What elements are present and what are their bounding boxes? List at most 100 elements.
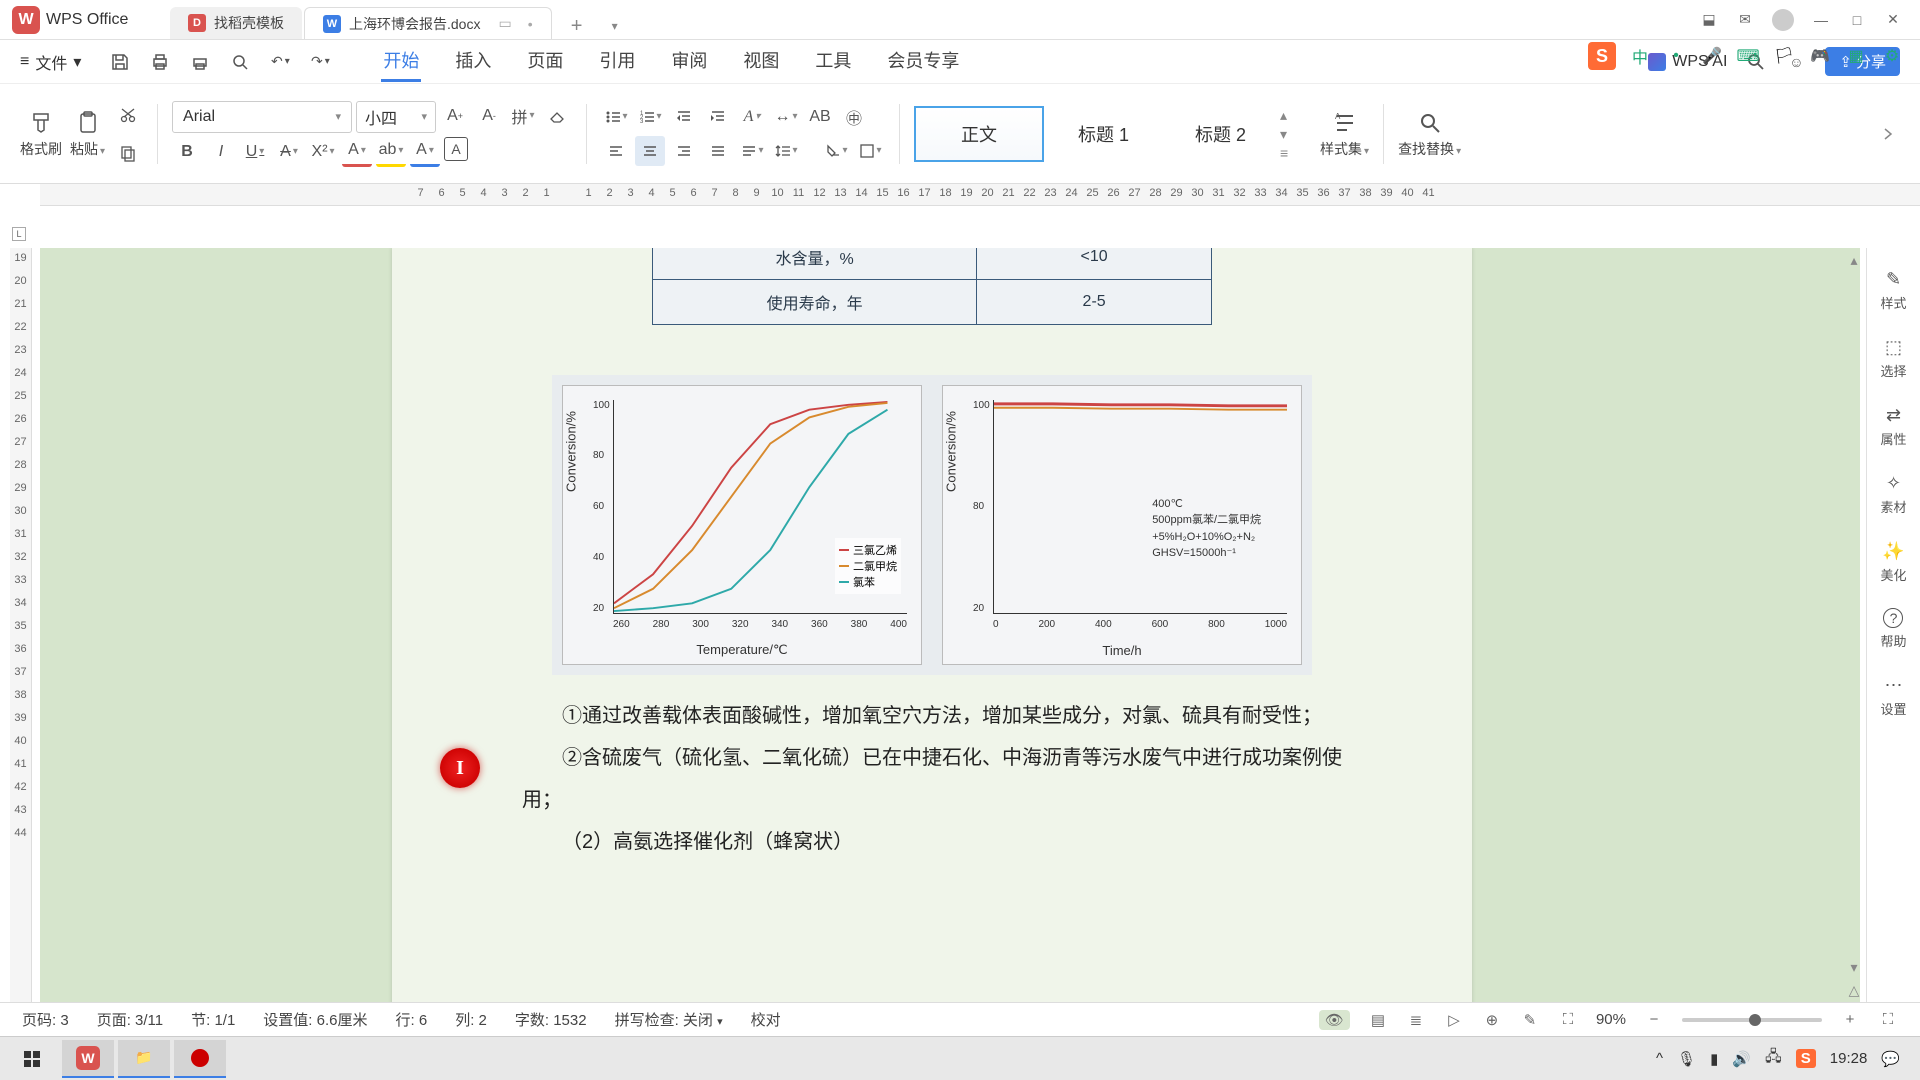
prev-page-icon[interactable]: △ [1849,982,1860,999]
status-word-count[interactable]: 字数: 1532 [515,1009,587,1030]
style-heading2[interactable]: 标题 2 [1163,106,1278,162]
print-icon[interactable] [149,51,171,73]
tray-battery-icon[interactable]: ▮ [1710,1050,1718,1068]
status-page[interactable]: 页面: 3/11 [97,1009,163,1030]
tab-member[interactable]: 会员专享 [885,41,961,82]
side-settings[interactable]: ⋯设置 [1880,674,1906,718]
fit-page-icon[interactable]: ⛶ [1558,1010,1578,1030]
shrink-font-icon[interactable]: A- [474,101,504,131]
numbering-button[interactable]: 123 [635,102,665,132]
tray-expand-icon[interactable]: ^ [1656,1050,1663,1067]
paragraph[interactable]: ①通过改善载体表面酸碱性，增加氧空穴方法，增加某些成分，对氯、硫具有耐受性； [522,695,1342,737]
font-family-combo[interactable]: Arial ▾ [172,101,352,133]
align-center-button[interactable] [635,136,665,166]
side-beautify[interactable]: ✨美化 [1880,540,1906,584]
tab-review[interactable]: 审阅 [669,41,709,82]
format-painter-button[interactable]: 格式刷 [20,109,62,159]
tray-ime-icon[interactable]: S [1796,1049,1816,1068]
find-replace-button[interactable]: 查找替换 [1398,109,1461,159]
tab-list-dropdown[interactable]: ▾ [602,13,628,39]
side-properties[interactable]: ⇄属性 [1880,404,1906,448]
inbox-icon[interactable]: ⬓ [1700,11,1718,29]
align-left-button[interactable] [601,136,631,166]
bullets-button[interactable] [601,102,631,132]
close-button[interactable]: ✕ [1884,11,1902,29]
tab-page[interactable]: 页面 [525,41,565,82]
paragraph[interactable]: ②含硫废气（硫化氢、二氧化硫）已在中捷石化、中海沥青等污水废气中进行成功案例使用… [522,737,1342,821]
tray-notifications-icon[interactable]: 💬 [1881,1050,1900,1068]
side-help[interactable]: ?帮助 [1880,608,1906,650]
status-page-no[interactable]: 页码: 3 [22,1009,69,1030]
print-preview-icon[interactable] [229,51,251,73]
reading-view-icon[interactable]: ▷ [1444,1010,1464,1030]
font-color-button[interactable]: A [342,137,372,167]
ime-mic-icon[interactable]: 🎤 [1700,44,1724,68]
align-justify-button[interactable] [703,136,733,166]
line-spacing-button[interactable] [771,136,801,166]
page-view-icon[interactable]: ▤ [1368,1010,1388,1030]
web-view-icon[interactable]: ⊕ [1482,1010,1502,1030]
paste-button[interactable]: 粘贴 [70,109,105,159]
borders-button[interactable] [855,136,885,166]
maximize-button[interactable]: □ [1848,11,1866,29]
text-shading-button[interactable]: A [410,137,440,167]
zoom-slider[interactable] [1682,1018,1822,1022]
outline-view-icon[interactable]: ≣ [1406,1010,1426,1030]
zoom-in-button[interactable]: + [1840,1010,1860,1030]
tray-clock[interactable]: 19:28 [1830,1050,1868,1067]
status-proof[interactable]: 校对 [751,1009,781,1030]
paragraph[interactable]: （2）高氨选择催化剂（蜂窝状） [522,821,1342,863]
minimize-button[interactable]: — [1812,11,1830,29]
tray-volume-icon[interactable]: 🔊 [1732,1050,1751,1068]
zoom-out-button[interactable]: − [1644,1010,1664,1030]
italic-button[interactable]: I [206,137,236,167]
avatar-icon[interactable] [1772,9,1794,31]
ime-skin-icon[interactable]: 🏳 [1772,44,1796,68]
side-assets[interactable]: ✧素材 [1880,472,1906,516]
copy-icon[interactable] [113,138,143,168]
vertical-ruler[interactable]: 1920212223242526272829303132333435363738… [10,248,32,1036]
align-distribute-button[interactable] [737,136,767,166]
change-case-icon[interactable]: 拼 [508,101,538,131]
decrease-indent-button[interactable] [669,102,699,132]
annotation-icon[interactable]: ✎ [1520,1010,1540,1030]
style-normal[interactable]: 正文 [914,106,1044,162]
tray-mic-icon[interactable]: 🎙 [1677,1050,1696,1068]
enclose-char-button[interactable]: ㊥ [839,102,869,132]
ime-game-icon[interactable]: 🎮 [1808,44,1832,68]
tab-close-icon[interactable]: • [528,16,533,32]
zoom-value[interactable]: 90% [1596,1011,1626,1028]
underline-button[interactable]: U [240,137,270,167]
ime-keyboard-icon[interactable]: ⌨ [1736,44,1760,68]
file-menu[interactable]: ≡ 文件 ▾ [20,50,81,74]
style-heading1[interactable]: 标题 1 [1046,106,1161,162]
sogou-icon[interactable]: S [1588,42,1616,70]
style-set-button[interactable]: A 样式集 [1320,109,1369,159]
vertical-scrollbar[interactable]: ▴ ▾ △ ○ ▽ [1846,248,1862,1036]
status-spellcheck[interactable]: 拼写检查: 关闭 ▾ [615,1009,723,1030]
side-select[interactable]: ⬚选择 [1880,336,1906,380]
highlight-button[interactable]: ab [376,137,406,167]
char-spacing-button[interactable]: ↔ [771,102,801,132]
tab-home[interactable]: 开始 [381,41,421,82]
tab-insert[interactable]: 插入 [453,41,493,82]
status-section[interactable]: 节: 1/1 [191,1009,235,1030]
clear-format-icon[interactable] [542,101,572,131]
tab-references[interactable]: 引用 [597,41,637,82]
mail-icon[interactable]: ✉ [1736,11,1754,29]
increase-indent-button[interactable] [703,102,733,132]
para-shading-button[interactable] [821,136,851,166]
ribbon-collapse-button[interactable] [1876,84,1900,184]
tab-tools[interactable]: 工具 [813,41,853,82]
grow-font-icon[interactable]: A+ [440,101,470,131]
quick-print-icon[interactable] [189,51,211,73]
align-right-button[interactable] [669,136,699,166]
ime-punct[interactable]: • [1664,44,1688,68]
taskbar-explorer[interactable]: 📁 [118,1040,170,1078]
tab-more-icon[interactable]: ▭ [498,15,511,32]
new-tab-button[interactable]: + [564,13,590,39]
undo-button[interactable]: ↶▾ [269,51,291,73]
taskbar-recorder[interactable] [174,1040,226,1078]
strikethrough-button[interactable]: A [274,137,304,167]
tray-network-icon[interactable]: 🖧 [1765,1046,1782,1071]
